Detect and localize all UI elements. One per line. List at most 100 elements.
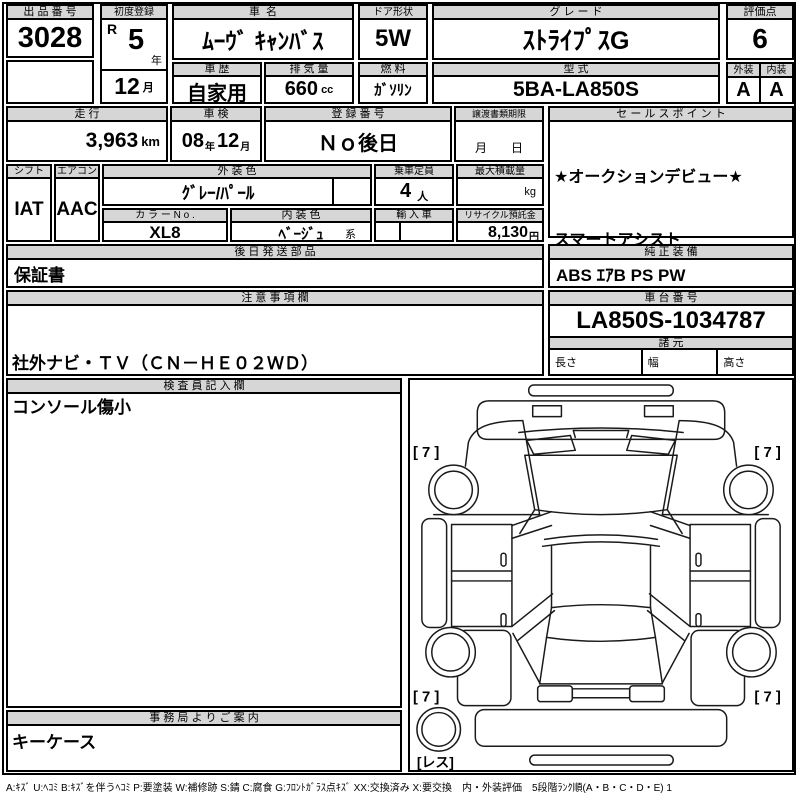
license-garnish	[571, 688, 631, 699]
car-history-label: 車 歴	[174, 64, 260, 77]
rear-window-shape	[545, 606, 657, 643]
door-shape-value: 5W	[375, 25, 411, 52]
roof-sides	[550, 545, 652, 609]
first-reg-year-unit: 年	[151, 55, 162, 67]
wheel-mark-rear-right: [ 7 ]	[754, 690, 780, 706]
grade-label: グ レ ー ド	[434, 6, 718, 20]
max-load-row: kg	[458, 179, 542, 204]
inspector-notes-label: 検 査 員 記 入 欄	[8, 380, 400, 394]
fuel-cell: 燃 料 ｶﾞｿﾘﾝ	[358, 62, 428, 104]
grade-value: ｽﾄﾗｲﾌﾟｽG	[522, 27, 630, 55]
auction-number-value: 3028	[17, 21, 83, 54]
aircon-label: エアコン	[56, 166, 98, 179]
length-cell: 長さ	[550, 350, 643, 374]
first-reg-month-unit: 月	[142, 81, 154, 94]
genuine-equipment-cell: 純 正 装 備 ABS ｴｱB PS PW	[548, 244, 794, 288]
aircon-cell: エアコン AAC	[54, 164, 100, 242]
spare-tire-inner	[421, 711, 457, 747]
fuel-label: 燃 料	[360, 64, 426, 77]
exterior-color-row: ｸﾞﾚｰ/ﾊﾟｰﾙ	[104, 179, 370, 204]
shaken-cell: 車 検 08 年 12 月	[170, 106, 262, 162]
import-value	[401, 223, 452, 240]
import-cell: 輸 入 車	[374, 208, 454, 242]
notes-label: 注 意 事 項 欄	[8, 292, 542, 306]
notes-cell: 注 意 事 項 欄 社外ナビ・ＴＶ（ＣＮ－ＨＥ０２ＷＤ） パノラマモニター	[6, 290, 544, 439]
side-panels-left	[421, 419, 556, 707]
aircon-value: AAC	[56, 198, 98, 220]
model-code-value: 5BA-LA850S	[512, 77, 640, 101]
chassis-cell: 車 台 番 号 LA850S-1034787 諸 元 長さ 幅 高さ	[548, 290, 794, 376]
transfer-deadline-label: 譲渡書類期限	[456, 108, 542, 122]
mileage-row: 3,963 km	[8, 122, 166, 160]
first-registration-cell: 初度登録 R 5 年 12 月	[100, 4, 168, 104]
sales-points-cell: セ ー ル ス ポ イ ン ト ★オークションデビュー★ スマートアシスト 両側…	[548, 106, 794, 438]
wheel-mark-rear-left: [ 7 ]	[413, 690, 439, 706]
fuel-value: ｶﾞｿﾘﾝ	[374, 82, 412, 99]
max-load-label: 最大積載量	[458, 166, 542, 179]
shaken-month: 12	[217, 129, 240, 152]
later-parts-cell: 後 日 発 送 部 品 保証書	[6, 244, 544, 288]
import-sub-cell	[376, 223, 401, 240]
first-reg-month-value: 12	[114, 73, 140, 99]
first-registration-month-cell: 12 月	[102, 69, 166, 102]
era-value: R	[107, 21, 118, 37]
score-value: 6	[752, 23, 768, 54]
interior-value: A	[769, 78, 784, 101]
displacement-label: 排 気 量	[266, 64, 352, 77]
capacity-value: 4	[399, 180, 412, 202]
auction-sheet: { "colors": { "header_bg": "#d6d6d6", "l…	[0, 0, 800, 800]
wheel-mark-front-left: [ 7 ]	[413, 445, 439, 461]
auction-number-cell: 出 品 番 号 3028	[6, 4, 94, 58]
import-label: 輸 入 車	[376, 210, 452, 223]
displacement-cell: 排 気 量 660 cc	[264, 62, 354, 104]
shaken-label: 車 検	[172, 108, 260, 122]
chassis-value: LA850S-1034787	[576, 307, 766, 334]
displacement-unit: cc	[321, 83, 334, 96]
displacement-value: 660	[284, 78, 319, 100]
recycle-deposit-unit: 円	[529, 232, 539, 243]
capacity-unit: 人	[417, 190, 429, 203]
mileage-value: 3,963	[85, 129, 139, 152]
inspector-notes-value: コンソール傷小	[12, 398, 131, 417]
model-code-label: 型 式	[434, 64, 718, 77]
recycle-deposit-value: 8,130	[487, 224, 528, 241]
exterior-col: 外装 A	[728, 64, 761, 102]
office-info-cell: 事 務 局 よ り ご 案 内 キーケース	[6, 710, 402, 772]
office-info-label: 事 務 局 よ り ご 案 内	[8, 712, 400, 726]
roof-front-edge	[541, 534, 661, 548]
exterior-interior-cell: 外装 A 内装 A	[726, 62, 794, 104]
first-reg-year-value: 5	[128, 24, 145, 56]
shaken-year-unit: 年	[205, 141, 215, 153]
dimensions-label: 諸 元	[550, 336, 792, 350]
inspector-notes-cell: 検 査 員 記 入 欄 コンソール傷小	[6, 378, 402, 708]
height-cell: 高さ	[723, 357, 746, 369]
registration-number-label: 登 録 番 号	[266, 108, 450, 122]
rear-window-top	[550, 603, 652, 609]
width-cell: 幅	[643, 350, 719, 374]
chassis-label: 車 台 番 号	[550, 292, 792, 306]
interior-label: 内装	[761, 64, 792, 78]
tailgate-shape	[538, 636, 664, 685]
mileage-cell: 走 行 3,963 km	[6, 106, 168, 162]
later-parts-value: 保証書	[14, 265, 65, 285]
exterior-color-empty-cell	[332, 179, 370, 204]
hood-vent-left	[531, 405, 563, 418]
spare-tire-mark: [レス]	[417, 754, 454, 770]
first-registration-year-cell: R 5 年	[102, 20, 166, 69]
tail-light-right	[628, 685, 666, 703]
transfer-deadline-cell: 譲渡書類期限 月 日	[454, 106, 544, 162]
shift-label: シフト	[8, 166, 50, 179]
capacity-row: 4 人	[376, 179, 452, 204]
sales-point-item: ★オークションデビュー★	[554, 169, 743, 186]
shaken-row: 08 年 12 月	[172, 122, 260, 160]
interior-color-value: ﾍﾞｰｼﾞｭ	[278, 226, 324, 243]
color-no-cell: カ ラ ー N o . XL8	[102, 208, 228, 242]
capacity-label: 乗車定員	[376, 166, 452, 179]
genuine-equipment-label: 純 正 装 備	[550, 246, 792, 260]
max-load-unit: kg	[524, 185, 536, 198]
car-name-label: 車 名	[174, 6, 352, 20]
tail-light-left	[536, 685, 574, 703]
exterior-value: A	[736, 78, 751, 101]
car-diagram-cell: [ 7 ] [ 7 ] [ 7 ] [ 7 ] [レス]	[408, 378, 794, 772]
auction-number-empty-cell	[6, 60, 94, 104]
